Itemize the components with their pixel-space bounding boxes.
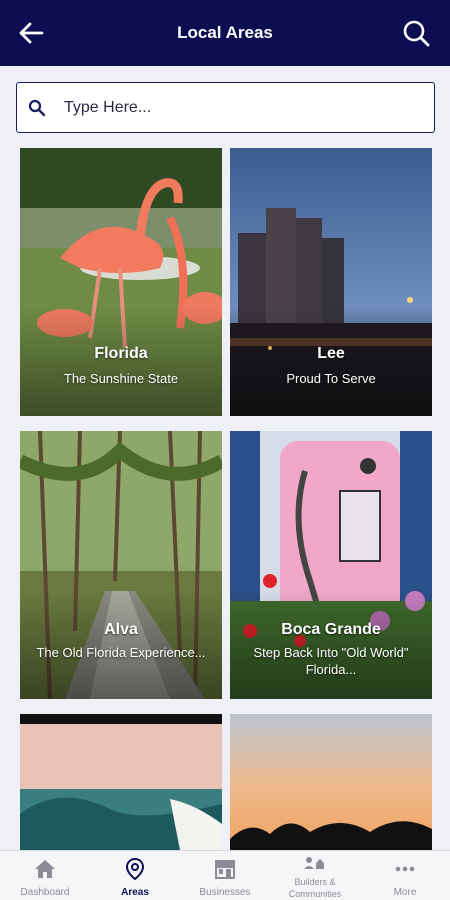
ocean-wave-photo xyxy=(20,714,222,850)
nav-label: Builders & Communities xyxy=(288,877,342,899)
nav-label: More xyxy=(393,887,417,898)
nav-builders-communities[interactable]: Builders & Communities xyxy=(270,851,360,900)
nav-label: Dashboard xyxy=(20,887,70,898)
bottom-nav: Dashboard Areas Businesses Builders & Co… xyxy=(0,850,450,900)
area-card-wave[interactable] xyxy=(20,714,222,850)
location-pin-icon xyxy=(125,857,145,881)
sunset-palms-photo xyxy=(230,714,432,850)
area-tagline: Proud To Serve xyxy=(286,371,376,386)
area-name: Alva xyxy=(104,621,138,638)
people-houses-icon xyxy=(304,857,324,869)
area-card-lee[interactable]: Lee Proud To Serve xyxy=(230,148,432,416)
nav-businesses[interactable]: Businesses xyxy=(180,851,270,900)
nav-more[interactable]: More xyxy=(360,851,450,900)
area-card-alva[interactable]: Alva The Old Florida Experience... xyxy=(20,431,222,699)
area-card-florida[interactable]: Florida The Sunshine State xyxy=(20,148,222,416)
ellipsis-icon xyxy=(395,866,415,872)
area-name: Boca Grande xyxy=(281,621,381,638)
area-tagline: The Sunshine State xyxy=(63,371,179,386)
nav-dashboard[interactable]: Dashboard xyxy=(0,851,90,900)
nav-label: Businesses xyxy=(199,887,251,898)
nav-label: Areas xyxy=(121,887,149,898)
area-name: Lee xyxy=(317,345,345,362)
area-name: Florida xyxy=(94,345,148,362)
storefront-icon xyxy=(215,860,235,879)
area-tagline: Step Back Into "Old World" Florida... xyxy=(253,645,409,677)
nav-areas[interactable]: Areas xyxy=(90,851,180,900)
areas-grid: Florida The Sunshine State Lee Proud To … xyxy=(0,0,450,900)
area-tagline: The Old Florida Experience... xyxy=(36,645,206,660)
home-icon xyxy=(35,860,55,878)
area-card-boca-grande[interactable]: Boca Grande Step Back Into "Old World" F… xyxy=(230,431,432,699)
area-card-sunset[interactable] xyxy=(230,714,432,850)
